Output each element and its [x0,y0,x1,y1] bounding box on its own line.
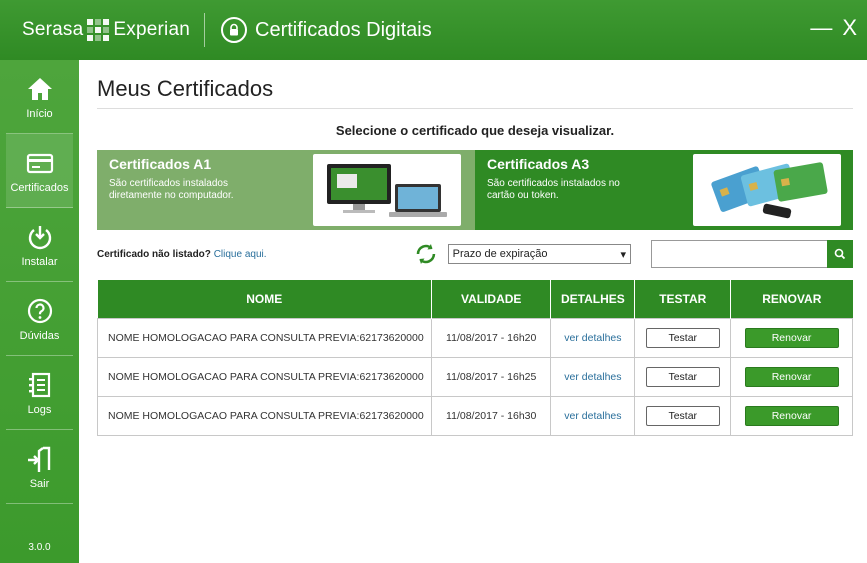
renew-button[interactable]: Renovar [744,405,839,426]
table-row: NOME HOMOLOGACAO PARA CONSULTA PREVIA:62… [97,395,853,436]
sidebar-item-certificados[interactable]: Certificados [6,134,73,208]
test-button[interactable]: Testar [645,366,720,387]
page-title: Meus Certificados [97,76,853,109]
certificate-type-cards: Certificados A1 São certificados instala… [97,150,853,230]
brand-name-serasa: Serasa [22,19,84,40]
home-icon [27,77,52,100]
cell-details: ver detalhes [550,317,636,358]
sidebar-item-label: Instalar [21,255,58,268]
cell-name: NOME HOMOLOGACAO PARA CONSULTA PREVIA:62… [97,317,432,358]
test-button[interactable]: Testar [645,327,720,348]
app-title: Certificados Digitais [255,18,432,41]
certificates-table: NOME VALIDADE DETALHES TESTAR RENOVAR NO… [97,280,853,436]
cell-details: ver detalhes [550,395,636,436]
cell-name: NOME HOMOLOGACAO PARA CONSULTA PREVIA:62… [97,395,432,436]
table-row: NOME HOMOLOGACAO PARA CONSULTA PREVIA:62… [97,356,853,397]
table-header-row: NOME VALIDADE DETALHES TESTAR RENOVAR [97,280,853,318]
power-download-icon [28,225,51,249]
search-button[interactable] [827,240,853,268]
card-description: São certificados instalados diretamente … [109,178,234,201]
cell-test: Testar [634,395,732,436]
cell-validity: 11/08/2017 - 16h25 [430,356,552,397]
sidebar: Início Certificados Instalar Dúvidas Log… [0,60,79,563]
cell-renew: Renovar [730,317,853,358]
not-listed-text: Certificado não listado? [97,248,211,260]
search-input[interactable] [651,240,827,268]
filter-row: Certificado não listado? Clique aqui. Pr… [97,240,853,268]
app-version: 3.0.0 [28,542,51,553]
cell-details: ver detalhes [550,356,636,397]
cell-validity: 11/08/2017 - 16h30 [430,395,552,436]
not-listed-notice: Certificado não listado? Clique aqui. [97,249,414,260]
view-details-link[interactable]: ver detalhes [564,371,621,383]
document-list-icon [28,372,50,397]
close-button[interactable]: X [842,15,857,41]
renew-button[interactable]: Renovar [744,366,839,387]
computer-illustration-icon [313,154,461,226]
card-icon [26,153,53,173]
sidebar-item-label: Sair [29,477,50,490]
search-box [651,240,853,268]
renew-button[interactable]: Renovar [744,327,839,348]
view-details-link[interactable]: ver detalhes [564,410,621,422]
cell-renew: Renovar [730,395,853,436]
question-icon [27,298,52,323]
smartcard-token-illustration-icon [693,154,841,226]
refresh-icon[interactable] [414,242,438,266]
column-header-nome: NOME [97,280,432,318]
sidebar-item-duvidas[interactable]: Dúvidas [6,282,73,356]
column-header-renovar: RENOVAR [730,280,853,318]
cell-validity: 11/08/2017 - 16h20 [430,317,552,358]
table-row: NOME HOMOLOGACAO PARA CONSULTA PREVIA:62… [97,317,853,358]
column-header-validade: VALIDADE [431,280,552,318]
cell-name: NOME HOMOLOGACAO PARA CONSULTA PREVIA:62… [97,356,432,397]
title-bar: Serasa Experian Certificados Digitais — … [0,0,867,60]
minimize-button[interactable]: — [810,15,832,41]
sort-select-value: Prazo de expiração [452,248,548,260]
sidebar-item-label: Logs [27,403,52,416]
sidebar-item-label: Certificados [10,181,69,194]
sidebar-item-sair[interactable]: Sair [6,430,73,504]
sort-select[interactable]: Prazo de expiração ▾ [447,244,631,264]
cell-renew: Renovar [730,356,853,397]
click-here-link[interactable]: Clique aqui. [214,249,267,260]
lock-icon [221,17,247,43]
cell-test: Testar [634,317,732,358]
exit-icon [27,446,50,472]
card-certificados-a1[interactable]: Certificados A1 São certificados instala… [97,150,475,230]
card-certificados-a3[interactable]: Certificados A3 São certificados instala… [475,150,853,230]
search-icon [834,248,846,260]
brand-name-experian: Experian [113,19,190,40]
column-header-testar: TESTAR [634,280,732,318]
sidebar-item-instalar[interactable]: Instalar [6,208,73,282]
page-subtitle: Selecione o certificado que deseja visua… [335,123,615,138]
brand-logo: Serasa Experian [22,19,190,41]
chevron-down-icon: ▾ [620,248,626,261]
card-description: São certificados instalados no cartão ou… [487,178,620,201]
sidebar-item-logs[interactable]: Logs [6,356,73,430]
view-details-link[interactable]: ver detalhes [564,332,621,344]
sidebar-item-label: Dúvidas [19,329,60,342]
main-content: Meus Certificados Selecione o certificad… [97,60,853,436]
cell-test: Testar [634,356,732,397]
sidebar-item-inicio[interactable]: Início [6,60,73,134]
title-divider [204,13,205,47]
sidebar-item-label: Início [26,107,53,120]
column-header-detalhes: DETALHES [550,280,636,318]
brand-dots-icon [87,19,110,41]
test-button[interactable]: Testar [645,405,720,426]
